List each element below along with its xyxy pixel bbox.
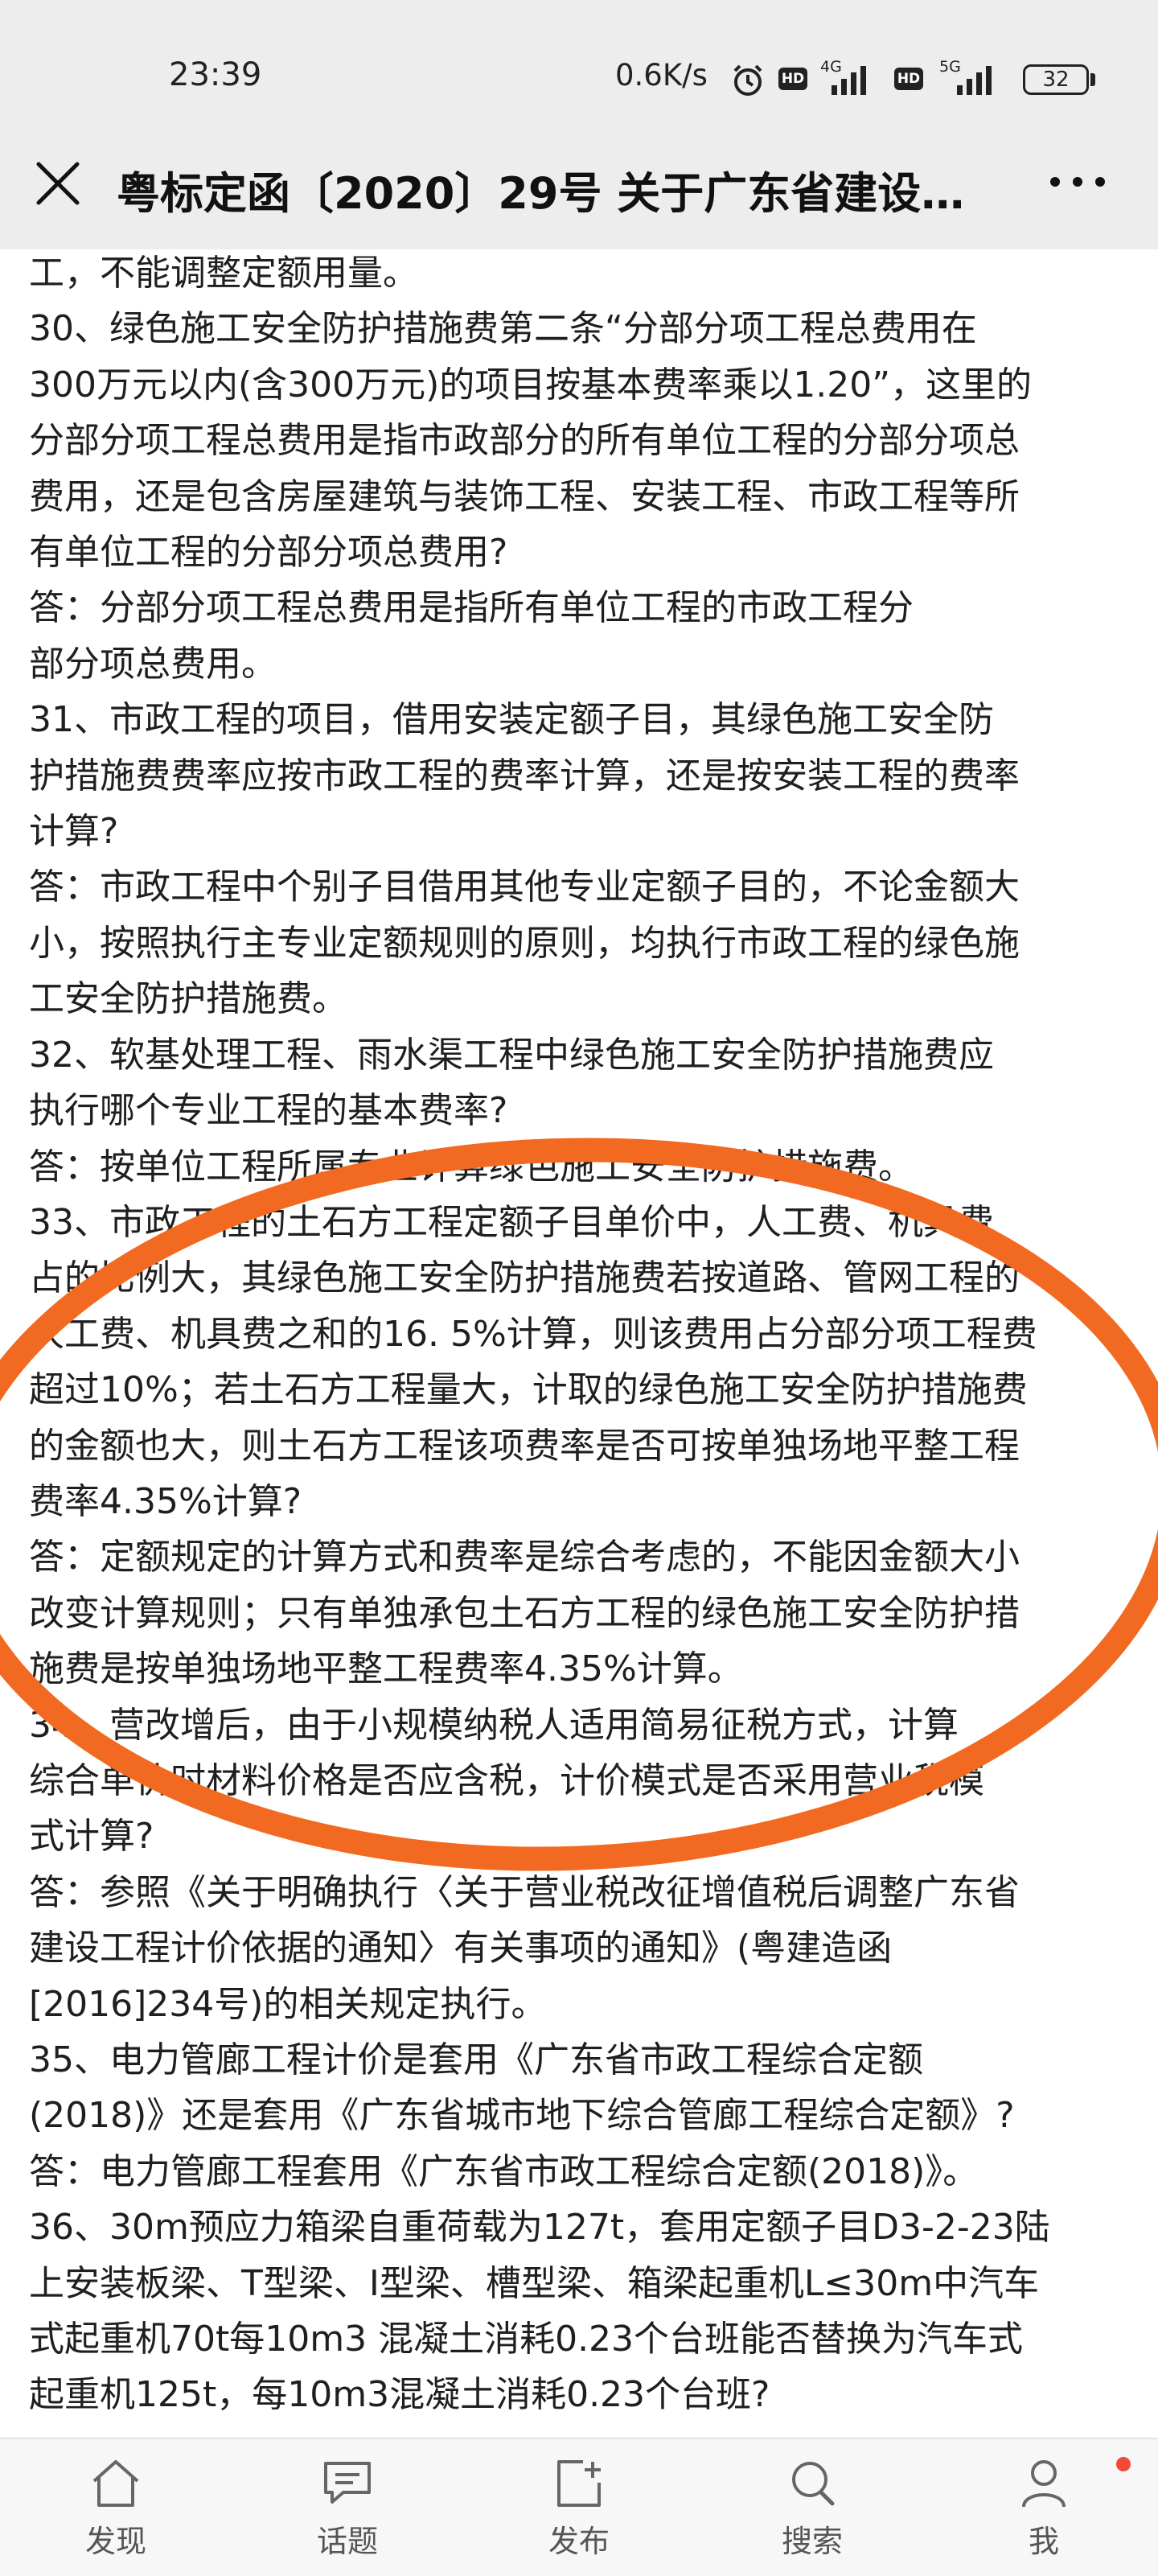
article-line: 工安全防护措施费。: [29, 978, 347, 1020]
article-line: 式起重机70t每10m3 混凝土消耗0.23个台班能否替换为汽车式: [29, 2319, 1024, 2360]
article-line: 建设工程计价依据的通知〉有关事项的通知》(粤建造函: [29, 1928, 893, 1969]
article-line: 分部分项工程总费用是指市政部分的所有单位工程的分部分项总: [29, 420, 1020, 462]
article-line: 改变计算规则；只有单独承包土石方工程的绿色施工安全防护措: [29, 1592, 1020, 1634]
home-icon: [92, 2460, 139, 2507]
article-line: 式计算?: [29, 1816, 154, 1858]
bottom-nav: 发现 话题 发布 搜索 我: [0, 2438, 1158, 2576]
article-line: 有单位工程的分部分项总费用?: [29, 532, 508, 574]
article-line: 占的比例大，其绿色施工安全防护措施费若按道路、管网工程的: [29, 1257, 1020, 1299]
article-line: 的金额也大，则土石方工程该项费率是否可按单独场地平整工程: [29, 1425, 1020, 1467]
signal-icon-2: [939, 63, 1004, 95]
nav-label: 话题: [316, 2524, 378, 2559]
more-icon[interactable]: [1045, 166, 1110, 198]
hd-icon-2: HD: [894, 68, 923, 90]
battery-icon: 32: [1023, 64, 1089, 95]
nav-item-search[interactable]: 搜索: [748, 2455, 877, 2568]
network-speed: 0.6K/s: [615, 58, 708, 93]
article-line: 32、软基处理工程、雨水渠工程中绿色施工安全防护措施费应: [29, 1034, 994, 1076]
status-bar: 23:39 0.6K/s HD 4G HD 5G 32: [0, 0, 1158, 153]
article-line: 36、30m预应力箱梁自重荷载为127t，套用定额子目D3-2-23陆: [29, 2207, 1050, 2249]
nav-item-discover[interactable]: 发现: [51, 2455, 180, 2568]
article-line: 31、市政工程的项目，借用安装定额子目，其绿色施工安全防: [29, 699, 994, 741]
nav-item-topics[interactable]: 话题: [283, 2455, 412, 2568]
article-line: 33、市政工程的土石方工程定额子目单价中，人工费、机具费: [29, 1201, 994, 1243]
article-line: 上安装板梁、T型梁、I型梁、槽型梁、箱梁起重机L≤30m中汽车: [29, 2262, 1040, 2304]
article-line: 34、营改增后，由于小规模纳税人适用简易征税方式，计算: [29, 1704, 959, 1746]
article-line: 人工费、机具费之和的16. 5%计算，则该费用占分部分项工程费: [29, 1313, 1037, 1355]
article-body: 工，不能调整定额用量。 30、绿色施工安全防护措施费第二条“分部分项工程总费用在…: [29, 245, 1139, 2423]
battery-tip: [1090, 73, 1095, 86]
user-icon: [1022, 2460, 1066, 2508]
close-icon[interactable]: [29, 154, 87, 212]
nav-label: 我: [1028, 2524, 1059, 2559]
article-line: (2018)》还是套用《广东省城市地下综合管廊工程综合定额》?: [29, 2095, 1015, 2137]
search-icon: [792, 2462, 835, 2506]
article-line: 计算?: [29, 811, 119, 853]
alarm-icon: [733, 64, 762, 96]
notification-badge: [1116, 2457, 1131, 2471]
page-title: 粤标定函〔2020〕29号 关于广东省建设…: [117, 168, 965, 219]
article-line: 超过10%；若土石方工程量大，计取的绿色施工安全防护措施费: [29, 1369, 1028, 1411]
article-line: 费率4.35%计算?: [29, 1480, 302, 1522]
nav-label: 发布: [548, 2524, 610, 2559]
article-line: 35、电力管廊工程计价是套用《广东省市政工程综合定额: [29, 2039, 923, 2080]
article-line: 工，不能调整定额用量。: [29, 253, 418, 294]
chat-icon: [324, 2462, 371, 2504]
hd-icon: HD: [778, 68, 807, 90]
article-line: 答：市政工程中个别子目借用其他专业定额子目的，不论金额大: [29, 866, 1020, 908]
article-line: 施费是按单独场地平整工程费率4.35%计算。: [29, 1648, 743, 1690]
article-line: 费用，还是包含房屋建筑与装饰工程、安装工程、市政工程等所: [29, 475, 1020, 517]
article-line: [2016]234号)的相关规定执行。: [29, 1983, 547, 2025]
article-line: 30、绿色施工安全防护措施费第二条“分部分项工程总费用在: [29, 308, 977, 350]
signal-icon: [820, 63, 877, 95]
article-line: 部分项总费用。: [29, 643, 277, 685]
nav-label: 搜索: [781, 2524, 843, 2559]
nav-label: 发现: [84, 2524, 146, 2559]
article-line: 综合单价时材料价格是否应含税，计价模式是否采用营业税模: [29, 1759, 984, 1801]
status-time: 23:39: [169, 56, 262, 93]
article-line: 答：参照《关于明确执行〈关于营业税改征增值税后调整广东省: [29, 1871, 1020, 1913]
article-line: 护措施费费率应按市政工程的费率计算，还是按安装工程的费率: [29, 755, 1020, 796]
article-line: 答：电力管廊工程套用《广东省市政工程综合定额(2018)》。: [29, 2150, 979, 2192]
article-line: 小，按照执行主专业定额规则的原则，均执行市政工程的绿色施: [29, 922, 1020, 964]
article-line: 执行哪个专业工程的基本费率?: [29, 1090, 508, 1132]
article-line: 答：定额规定的计算方式和费率是综合考虑的，不能因金额大小: [29, 1537, 1020, 1578]
nav-item-publish[interactable]: 发布: [515, 2455, 643, 2568]
article-line: 答：按单位工程所属专业计算绿色施工安全防护措施费。: [29, 1146, 914, 1187]
article-line: 起重机125t，每10m3混凝土消耗0.23个台班?: [29, 2374, 770, 2416]
article-line: 300万元以内(含300万元)的项目按基本费率乘以1.20”，这里的: [29, 364, 1033, 405]
compose-icon: [557, 2460, 601, 2507]
article-line: 答：分部分项工程总费用是指所有单位工程的市政工程分: [29, 587, 914, 629]
nav-item-me[interactable]: 我: [979, 2455, 1108, 2568]
